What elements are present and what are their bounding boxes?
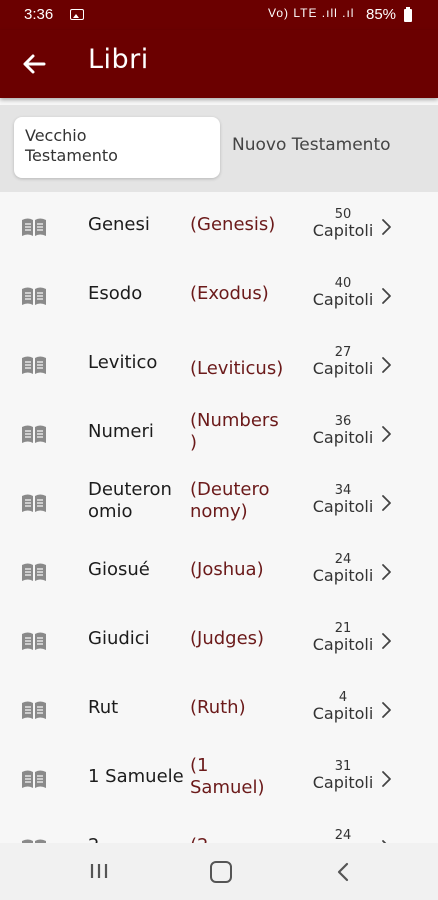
chevron-right-icon[interactable] [380,563,392,581]
book-open-icon [20,354,48,376]
chapter-count: 36 Capitoli [300,414,386,447]
book-row[interactable]: Giosué (Joshua) 24 Capitoli [0,537,438,606]
back-arrow-icon[interactable] [16,46,52,82]
chapter-count: 34 Capitoli [300,483,386,516]
nav-back-icon[interactable] [336,862,350,882]
chapter-number: 31 [334,759,352,774]
book-open-icon [20,423,48,445]
home-icon[interactable] [210,861,232,883]
book-row[interactable]: Numeri (Numbers ) 36 Capitoli [0,399,438,468]
book-row[interactable]: Genesi (Genesis) 50 Capitoli [0,192,438,261]
book-name: Giosué [88,559,150,580]
chevron-right-icon[interactable] [380,701,392,719]
app-bar: Libri [0,30,438,98]
system-nav-bar [0,843,438,900]
image-notification-icon [70,9,84,20]
chapter-label: Capitoli [312,704,374,723]
chapter-number: 27 [334,345,352,360]
book-name: Giudici [88,628,150,649]
chapter-count: 21 Capitoli [300,621,386,654]
book-name: Esodo [88,283,143,304]
chevron-right-icon[interactable] [380,494,392,512]
chapter-number: 24 [334,552,352,567]
chapter-number: 36 [334,414,352,429]
book-name: Rut [88,697,119,718]
book-row[interactable]: Esodo (Exodus) 40 Capitoli [0,261,438,330]
chevron-right-icon[interactable] [380,356,392,374]
chapter-count: 27 Capitoli [300,345,386,378]
book-open-icon [20,768,48,790]
chapter-number: 40 [334,276,352,291]
book-row[interactable]: Levitico (Leviticus) 27 Capitoli [0,330,438,399]
battery-percent: 85% [366,6,397,23]
status-time: 3:36 [24,6,54,23]
book-original-name: (Ruth) [190,697,246,718]
page-title: Libri [88,44,149,75]
chapter-count: 31 Capitoli [300,759,386,792]
chapter-label: Capitoli [312,359,374,378]
book-name: Numeri [88,421,154,442]
chevron-right-icon[interactable] [380,218,392,236]
book-open-icon [20,630,48,652]
book-name: Levitico [88,352,158,373]
chapter-number: 21 [334,621,352,636]
book-original-name: (Exodus) [190,283,269,304]
recent-apps-icon[interactable] [88,863,110,879]
chapter-label: Capitoli [312,566,374,585]
tab-label: Vecchio Testamento [25,126,118,165]
book-original-name: (Numbers ) [190,410,279,453]
book-list: Genesi (Genesis) 50 Capitoli Esodo (Exodus) 40… [0,192,438,882]
battery-icon [404,7,412,22]
book-row[interactable]: Deuteron omio (Deutero nomy) 34 Capitoli [0,468,438,537]
chapter-count: 50 Capitoli [300,207,386,240]
chapter-count: 40 Capitoli [300,276,386,309]
book-open-icon [20,492,48,514]
status-bar: 3:36 Vo) LTE .ıll .ıl 85% [0,0,438,30]
chevron-right-icon[interactable] [380,287,392,305]
chevron-right-icon[interactable] [380,632,392,650]
chapter-label: Capitoli [312,635,374,654]
chevron-right-icon[interactable] [380,770,392,788]
chapter-number: 50 [334,207,352,222]
book-original-name: (Genesis) [190,214,276,235]
book-original-name: (Judges) [190,628,265,649]
chapter-label: Capitoli [312,428,374,447]
tab-vecchio-testamento[interactable]: Vecchio Testamento [14,117,220,178]
book-original-name: (Joshua) [190,559,264,580]
book-original-name: (1 Samuel) [190,755,265,798]
book-row[interactable]: 1 Samuele (1 Samuel) 31 Capitoli [0,744,438,813]
chevron-right-icon[interactable] [380,425,392,443]
chapter-count: 24Capitoli [300,552,386,585]
book-open-icon [20,699,48,721]
chapter-label: Capitoli [312,497,374,516]
chapter-number: 34 [334,483,352,498]
book-open-icon [20,285,48,307]
chapter-label: Capitoli [312,290,374,309]
book-row[interactable]: Rut (Ruth) 4 Capitoli [0,675,438,744]
chapter-number: 4 [338,690,348,705]
testament-tabs: Vecchio Testamento Nuovo Testamento [0,105,438,192]
book-open-icon [20,216,48,238]
tab-label: Nuovo Testamento [232,135,391,155]
book-name: Deuteron omio [88,479,172,522]
book-name: 1 Samuele [88,766,184,787]
chapter-count: 4 Capitoli [300,690,386,723]
book-row[interactable]: Giudici (Judges) 21 Capitoli [0,606,438,675]
book-original-name: (Deutero nomy) [190,479,270,522]
chapter-label: Capitoli [312,773,374,792]
book-open-icon [20,561,48,583]
tab-nuovo-testamento[interactable]: Nuovo Testamento [232,135,391,155]
signal-indicator: Vo) LTE .ıll .ıl [268,6,355,20]
chapter-label: Capitoli [312,221,374,240]
chapter-number: 24 [334,828,352,843]
book-name: Genesi [88,214,150,235]
book-original-name: (Leviticus) [190,358,284,379]
